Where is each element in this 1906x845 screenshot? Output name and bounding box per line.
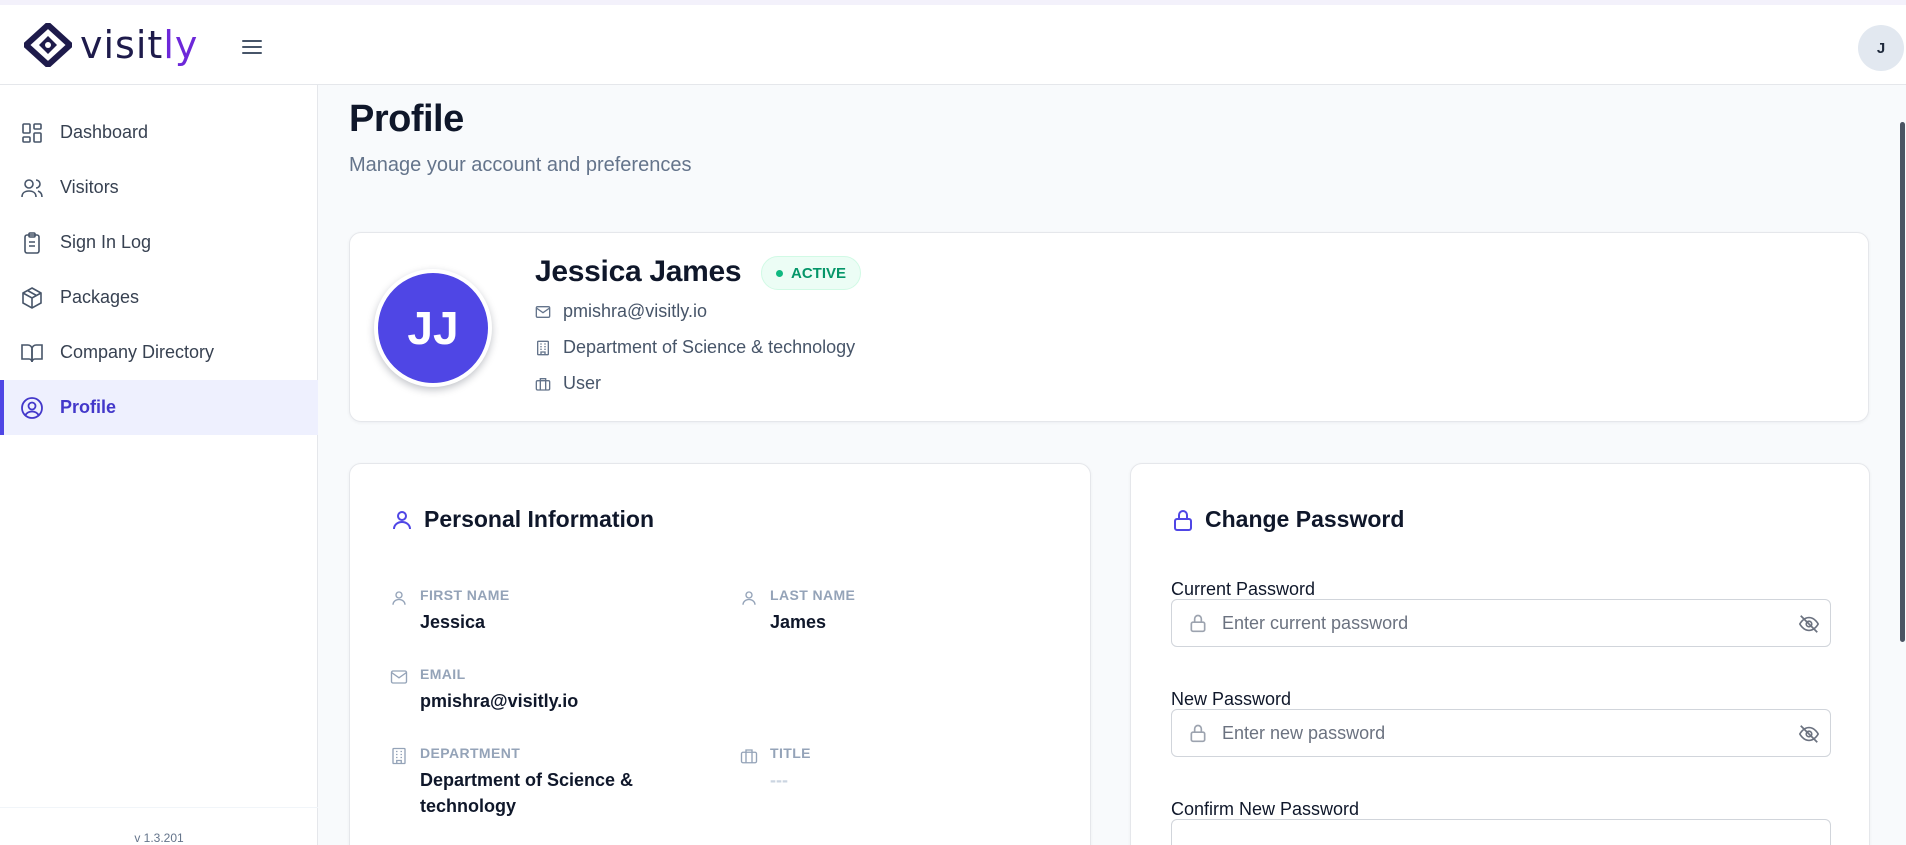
user-icon xyxy=(393,510,411,529)
profile-role-row: User xyxy=(535,373,601,394)
main-content: Profile Manage your account and preferen… xyxy=(319,86,1906,845)
user-icon xyxy=(392,591,406,605)
personal-information-card: Personal Information FIRST NAME Jessica … xyxy=(349,463,1091,845)
confirm-password-field[interactable] xyxy=(1171,819,1831,845)
briefcase-icon xyxy=(740,749,758,764)
profile-department-row: Department of Science & technology xyxy=(535,337,855,358)
sidebar-item-sign-in-log[interactable]: Sign In Log xyxy=(0,215,318,270)
user-avatar[interactable]: J xyxy=(1858,25,1904,71)
page-subtitle: Manage your account and preferences xyxy=(349,154,692,176)
first-name-field: FIRST NAME Jessica xyxy=(390,587,510,635)
mail-icon xyxy=(390,670,408,684)
sidebar-item-label: Packages xyxy=(60,287,140,307)
profile-department: Department of Science & technology xyxy=(563,337,856,357)
lock-icon xyxy=(1174,509,1192,531)
page-scrollbar[interactable] xyxy=(1900,122,1905,642)
new-password-input[interactable] xyxy=(1222,718,1782,748)
sidebar-item-profile[interactable]: Profile xyxy=(0,380,318,435)
building-icon xyxy=(537,340,549,355)
dashboard-icon xyxy=(22,122,42,143)
title-label: TITLE xyxy=(770,745,811,761)
sidebar-item-label: Profile xyxy=(60,397,117,417)
email-label: EMAIL xyxy=(420,666,466,682)
new-password-label: New Password xyxy=(1171,689,1292,709)
package-icon xyxy=(22,286,42,309)
new-password-field xyxy=(1171,709,1831,757)
personal-information-title: Personal Information xyxy=(390,506,654,533)
current-password-field xyxy=(1171,599,1831,647)
profile-name: Jessica James xyxy=(535,255,742,288)
sidebar-divider xyxy=(0,807,318,808)
building-icon xyxy=(392,747,406,765)
email-value: pmishra@visitly.io xyxy=(420,691,579,711)
last-name-label: LAST NAME xyxy=(770,587,856,603)
confirm-password-label: Confirm New Password xyxy=(1171,799,1360,819)
sidebar-item-label: Visitors xyxy=(60,177,119,197)
title-field: TITLE --- xyxy=(740,745,811,793)
lock-icon xyxy=(1190,724,1206,743)
first-name-label: FIRST NAME xyxy=(420,587,510,603)
change-password-title: Change Password xyxy=(1171,506,1404,533)
status-dot-icon xyxy=(776,269,783,277)
profile-summary-card: JJ Jessica James ACTIVE pmishra@visitly.… xyxy=(349,232,1869,422)
briefcase-icon xyxy=(535,377,551,391)
sidebar-item-company-directory[interactable]: Company Directory xyxy=(0,325,318,380)
clipboard-icon xyxy=(24,231,40,254)
profile-avatar: JJ xyxy=(374,269,492,387)
status-text: ACTIVE xyxy=(791,264,847,282)
current-password-input[interactable] xyxy=(1222,608,1782,638)
department-field: DEPARTMENT Department of Science & techn… xyxy=(390,745,690,819)
department-value: Department of Science & technology xyxy=(420,770,634,816)
visitly-logo[interactable]: visitly xyxy=(24,23,198,67)
sidebar: Dashboard Visitors Sign In Log Packages … xyxy=(0,85,318,845)
page-title: Profile xyxy=(349,98,464,140)
logo-text: visitly xyxy=(80,23,199,67)
app-version: v 1.3.201 xyxy=(134,831,184,845)
logo-mark-icon xyxy=(24,23,72,67)
menu-toggle-icon[interactable] xyxy=(240,35,264,59)
sidebar-item-label: Sign In Log xyxy=(60,232,152,252)
profile-email-row: pmishra@visitly.io xyxy=(535,301,707,322)
top-header: visitly J xyxy=(0,5,1906,85)
sidebar-item-visitors[interactable]: Visitors xyxy=(0,160,318,215)
first-name-value: Jessica xyxy=(420,612,486,632)
eye-off-icon[interactable] xyxy=(1798,723,1820,745)
status-badge: ACTIVE xyxy=(761,256,862,290)
lock-icon xyxy=(1190,614,1206,633)
sidebar-item-dashboard[interactable]: Dashboard xyxy=(0,105,318,160)
profile-role: User xyxy=(563,373,602,393)
book-icon xyxy=(21,343,43,362)
department-label: DEPARTMENT xyxy=(420,745,521,761)
title-value: --- xyxy=(770,770,788,790)
change-password-card: Change Password Current Password New Pas… xyxy=(1130,463,1870,845)
last-name-value: James xyxy=(770,612,827,632)
user-icon xyxy=(742,591,756,605)
user-circle-icon xyxy=(21,396,43,419)
users-icon xyxy=(21,178,43,197)
email-field: EMAIL pmishra@visitly.io xyxy=(390,666,578,714)
current-password-label: Current Password xyxy=(1171,579,1316,599)
sidebar-item-label: Company Directory xyxy=(60,342,215,362)
profile-email: pmishra@visitly.io xyxy=(563,301,707,321)
mail-icon xyxy=(535,305,551,318)
sidebar-item-packages[interactable]: Packages xyxy=(0,270,318,325)
eye-off-icon[interactable] xyxy=(1798,613,1820,635)
sidebar-item-label: Dashboard xyxy=(60,122,149,142)
last-name-field: LAST NAME James xyxy=(740,587,855,635)
